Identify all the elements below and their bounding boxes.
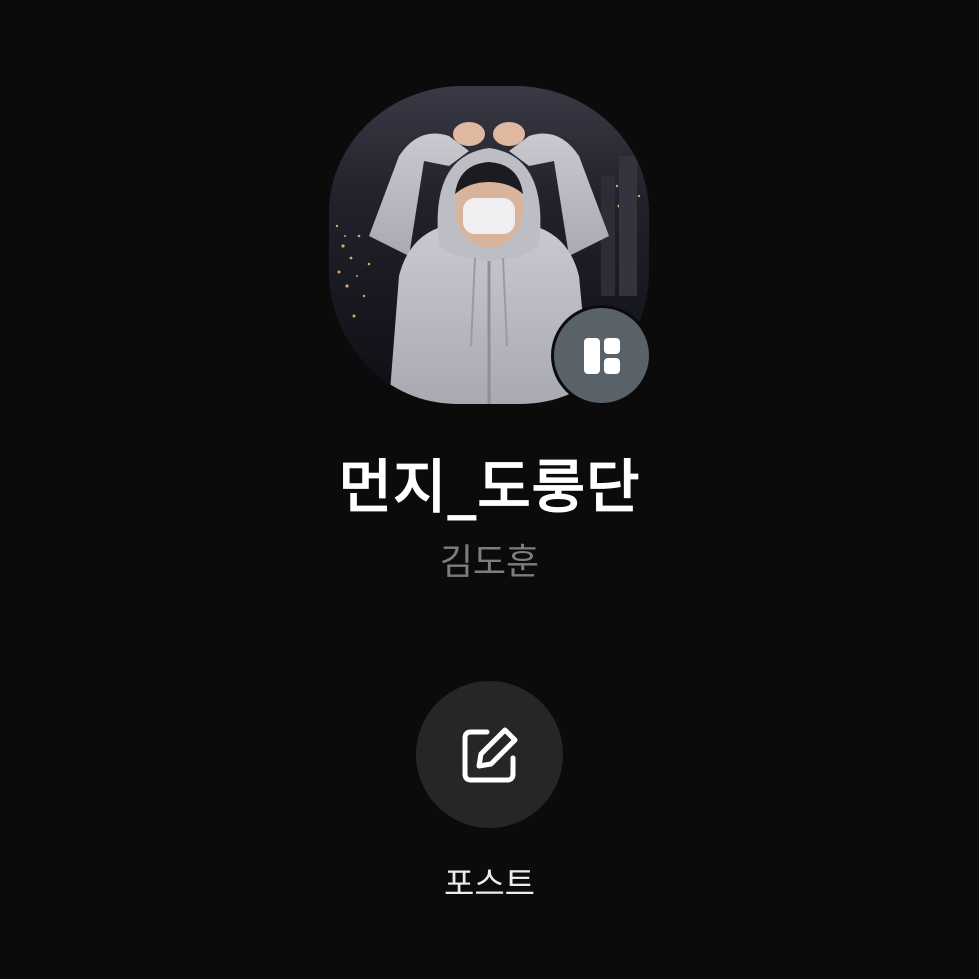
layout-grid-icon [583,337,620,374]
profile-avatar-container[interactable] [329,86,649,404]
profile-real-name: 김도훈 [439,542,540,583]
profile-display-name: 먼지_도룽단 [338,453,641,521]
layout-badge-button[interactable] [554,308,649,403]
post-action-button[interactable] [416,681,563,828]
profile-screen: 먼지_도룽단 김도훈 포스트 [0,0,979,979]
edit-icon [462,727,517,782]
post-action-label[interactable]: 포스트 [0,857,979,905]
